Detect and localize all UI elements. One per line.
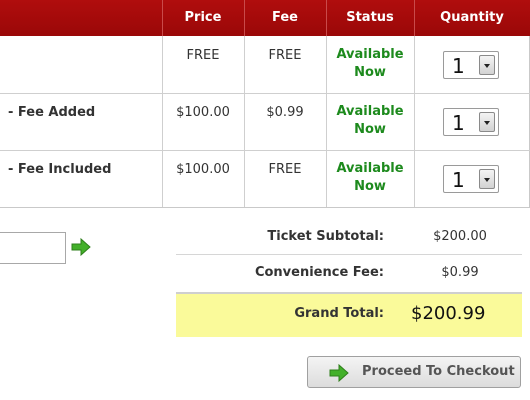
table-bottom-border — [0, 207, 530, 208]
green-arrow-icon[interactable] — [70, 237, 92, 257]
quantity-select[interactable]: 1 — [443, 165, 499, 193]
convenience-fee-label: Convenience Fee: — [254, 265, 384, 280]
dropdown-button[interactable] — [479, 112, 495, 132]
promo-code-input[interactable] — [0, 232, 66, 264]
quantity-value: 1 — [452, 168, 465, 192]
ticket-row: FREE FREE Available Now 1 — [0, 36, 530, 93]
ticket-price: FREE — [186, 48, 220, 63]
grand-total-value: $200.99 — [411, 303, 486, 324]
ticket-price: $100.00 — [176, 162, 230, 177]
dropdown-button[interactable] — [479, 169, 495, 189]
chevron-down-icon — [484, 178, 490, 182]
convenience-fee-value: $0.99 — [441, 265, 479, 280]
green-arrow-icon — [329, 363, 349, 383]
ticket-table-header: Price Fee Status Quantity — [0, 0, 530, 36]
quantity-value: 1 — [452, 111, 465, 135]
ticket-status: Available Now — [336, 47, 404, 80]
ticket-status: Available Now — [336, 104, 404, 137]
column-header-fee: Fee — [272, 10, 298, 25]
ticket-subtotal-label: Ticket Subtotal: — [267, 229, 384, 244]
quantity-value: 1 — [452, 54, 465, 78]
ticket-price: $100.00 — [176, 105, 230, 120]
chevron-down-icon — [484, 64, 490, 68]
column-header-price: Price — [184, 10, 222, 25]
dropdown-button[interactable] — [479, 55, 495, 75]
ticket-row: - Fee Added $100.00 $0.99 Available Now … — [0, 93, 530, 150]
ticket-row: - Fee Included $100.00 FREE Available No… — [0, 150, 530, 207]
summary-divider — [176, 254, 522, 255]
grand-total-box: Grand Total: $200.99 — [176, 292, 522, 337]
ticket-name: - Fee Added — [8, 105, 96, 120]
checkout-button-label: Proceed To Checkout — [362, 364, 515, 379]
ticket-status: Available Now — [336, 161, 404, 194]
proceed-to-checkout-button[interactable]: Proceed To Checkout — [307, 356, 521, 388]
ticket-fee: $0.99 — [266, 105, 304, 120]
column-header-quantity: Quantity — [440, 10, 504, 25]
ticket-subtotal-value: $200.00 — [433, 229, 487, 244]
column-header-status: Status — [346, 10, 394, 25]
quantity-select[interactable]: 1 — [443, 108, 499, 136]
ticket-name: - Fee Included — [8, 162, 112, 177]
chevron-down-icon — [484, 121, 490, 125]
grand-total-label: Grand Total: — [294, 306, 384, 321]
ticket-fee: FREE — [268, 162, 302, 177]
quantity-select[interactable]: 1 — [443, 51, 499, 79]
ticket-fee: FREE — [268, 48, 302, 63]
